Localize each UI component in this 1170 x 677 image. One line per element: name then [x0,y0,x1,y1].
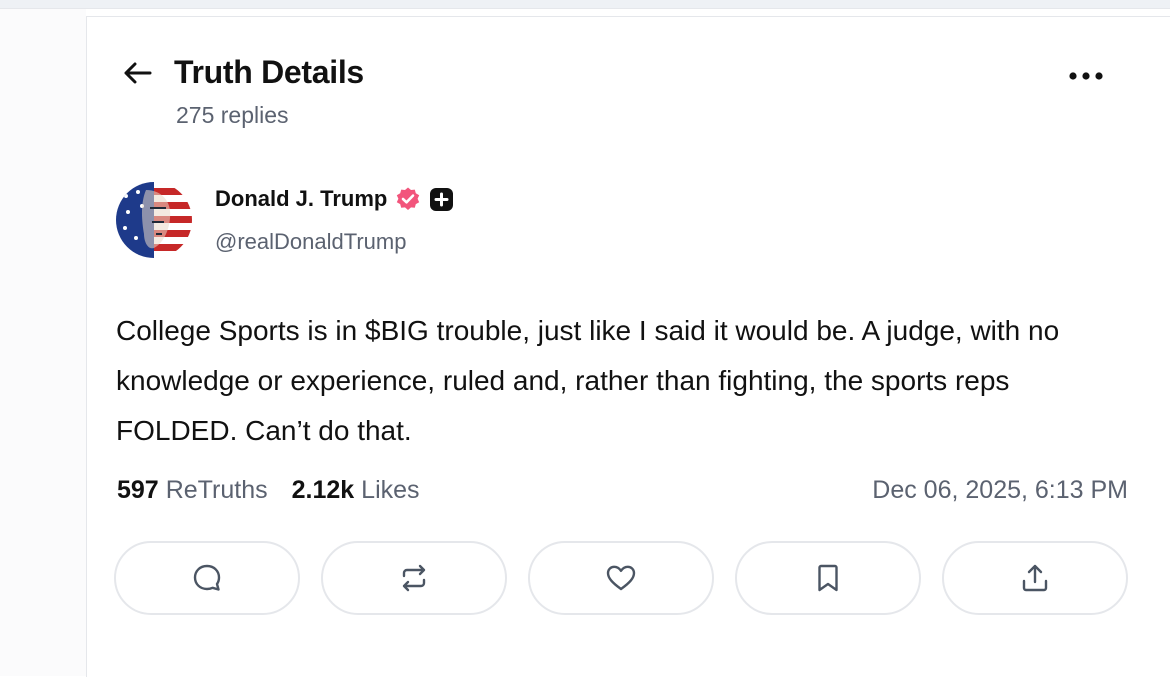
post-text: College Sports is in $BIG trouble, just … [116,315,1060,446]
verified-badge-icon [397,187,420,210]
left-gutter [0,9,86,676]
page-header: Truth Details [120,54,364,91]
retruth-button[interactable] [321,541,507,615]
plus-badge-icon [430,187,454,211]
bookmark-button[interactable] [735,541,921,615]
post-actions [114,541,1128,615]
avatar-image [116,182,192,258]
share-upload-icon [1022,564,1048,592]
repost-icon [402,564,426,592]
more-options-button[interactable] [1062,58,1110,94]
post-stats: 597 ReTruths 2.12k Likes [117,476,420,505]
reply-button[interactable] [114,541,300,615]
heart-icon [606,565,636,591]
likes-count[interactable]: 2.12k [292,476,355,505]
likes-label[interactable]: Likes [361,476,419,505]
bookmark-icon [818,564,838,592]
author-handle[interactable]: @realDonaldTrump [215,229,406,255]
ellipsis-horizontal-icon [1069,72,1103,80]
author-row: Donald J. Trump [215,186,454,212]
arrow-left-icon [124,62,152,83]
retruths-label[interactable]: ReTruths [166,476,268,505]
page-title: Truth Details [174,54,364,90]
post-timestamp: Dec 06, 2025, 6:13 PM [872,476,1128,504]
share-button[interactable] [942,541,1128,615]
reply-count: 275 replies [176,102,289,128]
back-button[interactable] [120,56,154,90]
retruths-count[interactable]: 597 [117,476,159,505]
like-button[interactable] [528,541,714,615]
comment-icon [193,564,221,591]
avatar[interactable] [116,182,192,258]
author-name[interactable]: Donald J. Trump [215,186,387,212]
top-strip [0,0,1170,9]
